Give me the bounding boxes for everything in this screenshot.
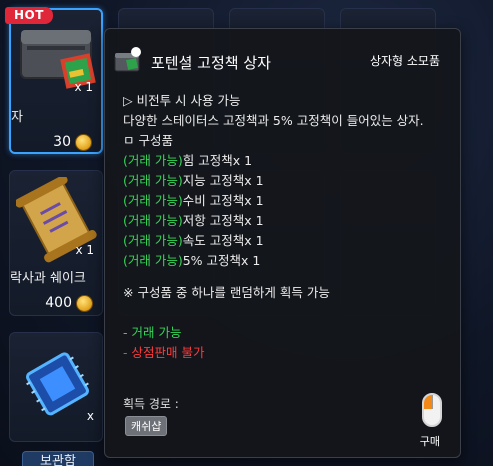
content-item-label: 수비 고정책x 1: [182, 193, 264, 208]
treasure-box-icon: [114, 47, 142, 75]
tooltip-category: 상자형 소모품: [369, 54, 440, 68]
item-quantity: x 1: [74, 80, 93, 94]
buy-hint-label: 구매: [419, 435, 440, 448]
content-item-label: 지능 고정책x 1: [182, 173, 264, 188]
content-item: (거래 가능)저항 고정책x 1: [123, 211, 450, 231]
acquisition-route-label: 획득 경로 :: [123, 397, 179, 411]
shop-sell-status: - 상점판매 불가: [123, 345, 205, 360]
item-quantity: x: [86, 409, 94, 423]
item-name: 자: [11, 110, 23, 125]
usage-condition: ▷ 비전투 시 사용 가능: [123, 93, 241, 108]
chip-icon: [16, 339, 96, 427]
content-item: (거래 가능)힘 고정책x 1: [123, 151, 450, 171]
coin-icon: [75, 134, 92, 151]
content-item-label: 속도 고정책x 1: [182, 233, 264, 248]
mouse-left-click-icon: [422, 393, 442, 427]
trade-tag: (거래 가능): [123, 193, 183, 208]
shop-item-card[interactable]: x 1 락사과 쉐이크 400: [9, 170, 103, 316]
shop-item-card[interactable]: x 1 자 30: [9, 8, 103, 154]
shop-item-card[interactable]: x: [9, 332, 103, 442]
content-item-label: 저항 고정책x 1: [182, 213, 264, 228]
item-name: 락사과 쉐이크: [10, 271, 86, 286]
tooltip-title: 포텐셜 고정책 상자: [151, 54, 271, 72]
coin-icon: [76, 295, 93, 312]
content-item: (거래 가능)수비 고정책x 1: [123, 191, 450, 211]
hot-badge: HOT: [5, 7, 53, 24]
content-item-label: 5% 고정책x 1: [182, 253, 261, 268]
random-note: ※ 구성품 중 하나를 랜덤하게 획득 가능: [123, 285, 330, 300]
trade-tag: (거래 가능): [123, 233, 183, 248]
trade-tag: (거래 가능): [123, 173, 183, 188]
content-item: (거래 가능)지능 고정책x 1: [123, 171, 450, 191]
cash-shop-screen: x 1 자 30 HOT x 1 락사과 쉐이크 400 x 보관함 포텐셜 고…: [0, 0, 493, 466]
content-item: (거래 가능)속도 고정책x 1: [123, 231, 450, 251]
content-item: (거래 가능)5% 고정책x 1: [123, 251, 450, 271]
trade-tag: (거래 가능): [123, 253, 183, 268]
item-price: 30: [53, 134, 71, 150]
content-item-label: 힘 고정책x 1: [182, 153, 253, 168]
item-description: 다양한 스테이터스 고정책과 5% 고정책이 들어있는 상자.: [123, 113, 424, 128]
item-tooltip: 포텐셜 고정책 상자 상자형 소모품 ▷ 비전투 시 사용 가능 다양한 스테이…: [104, 28, 461, 458]
acquisition-route-tag: 캐쉬샵: [125, 416, 168, 436]
trade-tag: (거래 가능): [123, 153, 183, 168]
trade-tag: (거래 가능): [123, 213, 183, 228]
item-price: 400: [45, 295, 72, 311]
storage-button[interactable]: 보관함: [22, 451, 94, 466]
contents-header: ㅁ 구성품: [123, 133, 173, 148]
tradeable-status: - 거래 가능: [123, 325, 182, 340]
item-quantity: x 1: [75, 243, 94, 257]
tooltip-body: ▷ 비전투 시 사용 가능 다양한 스테이터스 고정책과 5% 고정책이 들어있…: [123, 91, 450, 363]
